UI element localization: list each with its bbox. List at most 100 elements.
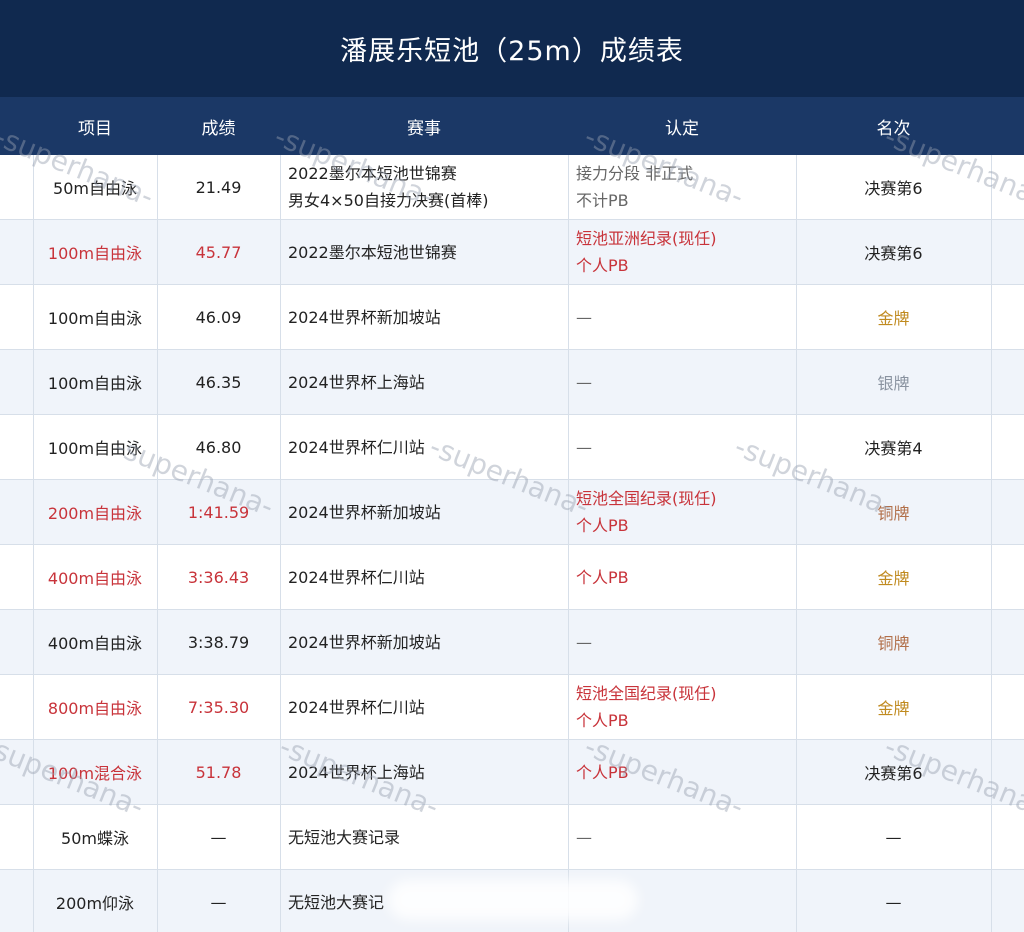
competition-cell: 2024世界杯新加坡站 — [280, 285, 568, 349]
result-cell: 7:35.30 — [187, 697, 250, 717]
recognition-line-1: — — [576, 437, 592, 457]
recognition-cell: — — [568, 350, 796, 414]
recognition-line-1: 短池全国纪录(现任) — [576, 684, 717, 703]
recognition-line-1: — — [576, 632, 592, 652]
competition-cell: 2022墨尔本短池世锦赛男女4×50自接力决赛(首棒) — [280, 155, 568, 219]
recognition-line-1: 接力分段 非正式 — [576, 164, 694, 183]
table-row: 400m自由泳 3:36.43 2024世界杯仁川站 个人PB 金牌 — [0, 545, 1024, 610]
recognition-line-1: 个人PB — [576, 567, 629, 587]
competition-cell: 无短池大赛记录 — [280, 805, 568, 869]
column-divider — [33, 155, 34, 932]
competition-cell: 2022墨尔本短池世锦赛 — [280, 220, 568, 284]
header-rank: 名次 — [876, 118, 911, 139]
recognition-cell: 短池全国纪录(现任) 个人PB — [568, 480, 796, 544]
competition-cell: 2024世界杯仁川站 — [280, 545, 568, 609]
rank-cell: — — [885, 827, 902, 847]
rank-cell: 银牌 — [877, 374, 910, 393]
page-title: 潘展乐短池（25m）成绩表 — [0, 0, 1024, 97]
recognition-line-1: 短池全国纪录(现任) — [576, 489, 717, 508]
table-row: 100m自由泳 45.77 2022墨尔本短池世锦赛 短池亚洲纪录(现任) 个人PB 决赛… — [0, 220, 1024, 285]
competition-line-1: 2024世界杯新加坡站 — [288, 502, 441, 522]
recognition-line-2: 个人PB — [576, 516, 629, 535]
recognition-cell: — — [568, 610, 796, 674]
competition-line-1: 2024世界杯新加坡站 — [288, 632, 441, 652]
result-cell: — — [210, 827, 227, 847]
recognition-line-2: 不计PB — [576, 191, 629, 210]
result-cell: 46.09 — [195, 307, 242, 327]
table-row: 50m蝶泳 — 无短池大赛记录 — — — [0, 805, 1024, 870]
recognition-cell: 短池亚洲纪录(现任) 个人PB — [568, 220, 796, 284]
rank-cell: 铜牌 — [877, 504, 910, 523]
header-result: 成绩 — [201, 118, 236, 139]
recognition-line-1: 个人PB — [576, 762, 629, 782]
table-row: 400m自由泳 3:38.79 2024世界杯新加坡站 — 铜牌 — [0, 610, 1024, 675]
table-row: 200m自由泳 1:41.59 2024世界杯新加坡站 短池全国纪录(现任) 个人PB 铜… — [0, 480, 1024, 545]
column-divider — [280, 155, 281, 932]
competition-line-1: 无短池大赛记录 — [288, 827, 401, 847]
rank-cell: 金牌 — [877, 699, 910, 718]
recognition-cell: 个人PB — [568, 740, 796, 804]
result-cell: 46.80 — [195, 437, 242, 457]
rank-cell: 决赛第4 — [864, 439, 923, 458]
competition-cell: 2024世界杯新加坡站 — [280, 610, 568, 674]
table-row: 100m自由泳 46.35 2024世界杯上海站 — 银牌 — [0, 350, 1024, 415]
competition-line-1: 2022墨尔本短池世锦赛 — [288, 164, 457, 183]
event-cell: 100m混合泳 — [47, 764, 143, 783]
result-cell: — — [210, 892, 227, 912]
recognition-cell: — — [568, 415, 796, 479]
competition-line-1: 2024世界杯仁川站 — [288, 437, 425, 457]
recognition-cell: 个人PB — [568, 545, 796, 609]
competition-line-1: 2024世界杯上海站 — [288, 762, 425, 782]
column-divider — [568, 155, 569, 932]
recognition-cell: 短池全国纪录(现任) 个人PB — [568, 675, 796, 739]
event-cell: 100m自由泳 — [47, 309, 143, 328]
result-cell: 45.77 — [195, 242, 242, 262]
recognition-line-1: — — [576, 307, 592, 327]
table-header-row: 项目 成绩 赛事 认定 名次 — [0, 97, 1024, 155]
recognition-line-1: 短池亚洲纪录(现任) — [576, 229, 717, 248]
competition-line-2: 男女4×50自接力决赛(首棒) — [288, 191, 489, 210]
competition-line-1: 2024世界杯新加坡站 — [288, 307, 441, 327]
result-cell: 1:41.59 — [187, 502, 250, 522]
result-cell: 21.49 — [195, 177, 242, 197]
competition-cell: 2024世界杯上海站 — [280, 740, 568, 804]
recognition-cell: 接力分段 非正式 不计PB — [568, 155, 796, 219]
competition-line-1: 无短池大赛记 — [288, 892, 385, 912]
recognition-line-2: 个人PB — [576, 711, 629, 730]
competition-cell: 2024世界杯仁川站 — [280, 675, 568, 739]
blurred-area — [388, 880, 638, 920]
header-recognition: 认定 — [665, 118, 699, 139]
event-cell: 400m自由泳 — [47, 569, 143, 588]
column-divider — [796, 155, 797, 932]
competition-line-1: 2024世界杯仁川站 — [288, 567, 425, 587]
table-row: 50m自由泳 21.49 2022墨尔本短池世锦赛 男女4×50自接力决赛(首棒) 接力… — [0, 155, 1024, 220]
event-cell: 100m自由泳 — [47, 374, 143, 393]
competition-cell: 2024世界杯仁川站 — [280, 415, 568, 479]
rank-cell: 铜牌 — [877, 634, 910, 653]
header-event: 项目 — [78, 118, 112, 139]
table-row: 800m自由泳 7:35.30 2024世界杯仁川站 短池全国纪录(现任) 个人PB 金牌 — [0, 675, 1024, 740]
rank-cell: 决赛第6 — [864, 244, 923, 263]
event-cell: 50m蝶泳 — [61, 829, 129, 848]
table-row: 100m混合泳 51.78 2024世界杯上海站 个人PB 决赛第6 — [0, 740, 1024, 805]
result-cell: 3:38.79 — [187, 632, 250, 652]
rank-cell: 决赛第6 — [864, 179, 923, 198]
results-table-page: 潘展乐短池（25m）成绩表 项目 成绩 赛事 认定 名次 50m自由泳 21.49… — [0, 0, 1024, 932]
event-cell: 800m自由泳 — [47, 699, 143, 718]
event-cell: 400m自由泳 — [47, 634, 143, 653]
competition-cell: 2024世界杯新加坡站 — [280, 480, 568, 544]
rank-cell: 决赛第6 — [864, 764, 923, 783]
event-cell: 50m自由泳 — [53, 179, 137, 198]
result-cell: 51.78 — [195, 762, 242, 782]
column-divider — [991, 155, 992, 932]
rank-cell: 金牌 — [877, 309, 910, 328]
table-row: 100m自由泳 46.09 2024世界杯新加坡站 — 金牌 — [0, 285, 1024, 350]
result-cell: 46.35 — [195, 372, 242, 392]
recognition-line-1: — — [576, 372, 592, 392]
table-row: 100m自由泳 46.80 2024世界杯仁川站 — 决赛第4 — [0, 415, 1024, 480]
competition-line-1: 2024世界杯上海站 — [288, 372, 425, 392]
rank-cell: 金牌 — [877, 569, 910, 588]
column-divider — [157, 155, 158, 932]
event-cell: 200m自由泳 — [47, 504, 143, 523]
event-cell: 200m仰泳 — [55, 894, 135, 913]
